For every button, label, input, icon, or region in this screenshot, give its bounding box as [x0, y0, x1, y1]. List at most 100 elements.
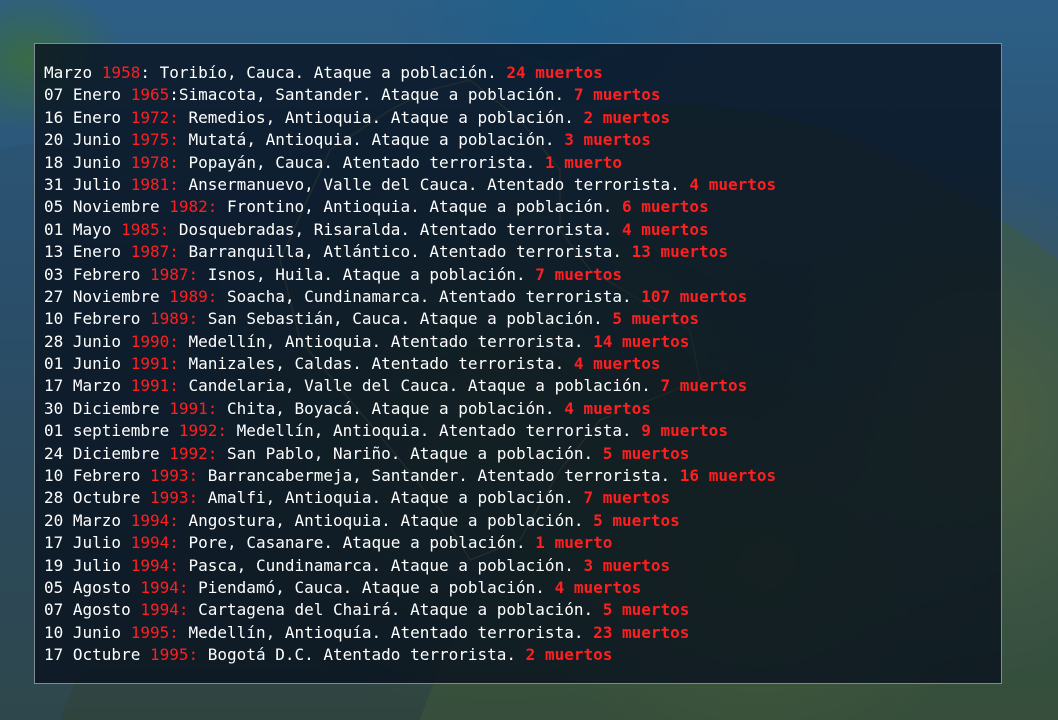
event-year: 1994:: [140, 577, 189, 597]
event-row: 17 Julio 1994: Pore, Casanare. Ataque a …: [44, 532, 1001, 554]
event-year: 1990:: [130, 331, 179, 351]
event-deaths: 4 muertos: [564, 398, 651, 418]
event-year: 1989:: [149, 309, 199, 329]
event-description: San Pablo, Nariño. Ataque a población.: [227, 443, 603, 463]
event-description: San Sebastián, Cauca. Ataque a población…: [207, 309, 613, 329]
event-deaths: 107 muertos: [641, 286, 748, 306]
event-row: 20 Junio 1975: Mutatá, Antioquia. Ataque…: [44, 129, 1001, 151]
event-deaths: 24 muertos: [506, 63, 603, 82]
event-description: Cartagena del Chairá. Ataque a población…: [198, 600, 603, 620]
event-deaths: 16 muertos: [679, 466, 777, 486]
event-row: Marzo 1958: Toribío, Cauca. Ataque a pob…: [44, 62, 1001, 84]
event-date: 18 Junio: [44, 152, 131, 172]
event-separator: :: [140, 63, 160, 82]
event-deaths: 13 muertos: [631, 242, 728, 262]
event-date: 17 Marzo: [44, 376, 131, 396]
screen: { "events": [ {"date":"Marzo ","year":"1…: [0, 0, 1058, 720]
event-separator: [189, 578, 199, 597]
event-row: 10 Febrero 1993: Barrancabermeja, Santan…: [44, 465, 1001, 487]
event-year: 1987:: [149, 264, 199, 284]
event-description: Dosquebradas, Risaralda. Atentado terror…: [178, 219, 622, 239]
event-year: 1995:: [130, 622, 179, 642]
event-deaths: 1 muerto: [544, 152, 622, 172]
event-date: 13 Enero: [44, 242, 131, 262]
event-description: Chita, Boyacá. Ataque a población.: [227, 398, 565, 418]
event-row: 31 Julio 1981: Ansermanuevo, Valle del C…: [44, 174, 1001, 196]
event-separator: [189, 600, 199, 619]
event-year: 1987:: [130, 242, 179, 262]
event-date: 05 Noviembre: [44, 197, 170, 217]
event-date: 07 Enero: [44, 85, 131, 105]
event-year: 1985:: [121, 219, 170, 239]
event-deaths: 5 muertos: [593, 510, 680, 530]
event-row: 07 Enero 1965:Simacota, Santander. Ataqu…: [44, 84, 1001, 106]
events-panel: Marzo 1958: Toribío, Cauca. Ataque a pob…: [34, 43, 1002, 684]
event-separator: [227, 421, 237, 440]
event-deaths: 5 muertos: [612, 309, 700, 329]
event-date: 01 Junio: [44, 354, 131, 374]
event-row: 13 Enero 1987: Barranquilla, Atlántico. …: [44, 241, 1001, 263]
event-deaths: 7 muertos: [583, 488, 671, 508]
event-year: 1958: [101, 63, 141, 82]
event-separator: [217, 197, 227, 216]
event-separator: [179, 153, 189, 172]
event-date: 30 Diciembre: [44, 398, 170, 418]
event-separator: [179, 376, 189, 395]
event-year: 1992:: [169, 443, 218, 463]
event-row: 18 Junio 1978: Popayán, Cauca. Atentado …: [44, 152, 1001, 174]
event-separator: [179, 556, 189, 575]
event-row: 07 Agosto 1994: Cartagena del Chairá. At…: [44, 599, 1001, 621]
event-deaths: 4 muertos: [573, 354, 661, 374]
event-deaths: 5 muertos: [602, 443, 690, 463]
event-date: 10 Junio: [44, 622, 131, 642]
event-year: 1982:: [169, 197, 218, 217]
event-row: 03 Febrero 1987: Isnos, Huila. Ataque a …: [44, 264, 1001, 286]
event-deaths: 7 muertos: [660, 376, 748, 396]
event-row: 24 Diciembre 1992: San Pablo, Nariño. At…: [44, 443, 1001, 465]
event-description: Ansermanuevo, Valle del Cauca. Atentado …: [188, 174, 690, 194]
event-description: Amalfi, Antioquia. Ataque a población.: [207, 488, 584, 508]
event-year: 1994:: [130, 510, 179, 530]
event-date: 01 Mayo: [44, 219, 122, 239]
event-separator: [198, 488, 208, 507]
event-row: 27 Noviembre 1989: Soacha, Cundinamarca.…: [44, 286, 1001, 308]
event-description: Bogotá D.C. Atentado terrorista.: [207, 645, 526, 665]
event-year: 1994:: [130, 555, 179, 575]
event-date: 20 Marzo: [44, 510, 131, 530]
event-date: 05 Agosto: [44, 577, 141, 597]
event-deaths: 2 muertos: [525, 645, 613, 665]
event-deaths: 1 muerto: [535, 533, 613, 553]
event-date: 10 Febrero: [44, 309, 150, 329]
event-description: Toribío, Cauca. Ataque a población.: [159, 63, 507, 82]
event-year: 1993:: [149, 466, 199, 486]
event-year: 1981:: [130, 174, 179, 194]
event-year: 1994:: [140, 600, 189, 620]
event-deaths: 4 muertos: [621, 219, 709, 239]
event-year: 1975:: [130, 130, 179, 150]
event-row: 01 Junio 1991: Manizales, Caldas. Atenta…: [44, 353, 1001, 375]
event-year: 1995:: [149, 645, 199, 665]
event-deaths: 3 muertos: [583, 555, 671, 575]
event-date: 27 Noviembre: [44, 286, 170, 306]
event-row: 16 Enero 1972: Remedios, Antioquia. Ataq…: [44, 107, 1001, 129]
event-date: 19 Julio: [44, 555, 131, 575]
event-row: 19 Julio 1994: Pasca, Cundinamarca. Ataq…: [44, 555, 1001, 577]
event-year: 1991:: [169, 398, 218, 418]
event-year: 1989:: [169, 286, 218, 306]
event-description: Medellín, Antioquía. Atentado terrorista…: [188, 622, 594, 642]
event-description: Popayán, Cauca. Atentado terrorista.: [188, 152, 545, 172]
event-date: 24 Diciembre: [44, 443, 170, 463]
event-year: 1965: [130, 85, 170, 105]
event-separator: [179, 175, 189, 194]
event-description: Manizales, Caldas. Atentado terrorista.: [188, 354, 574, 374]
event-description: Angostura, Antioquia. Ataque a población…: [188, 510, 594, 530]
event-separator: [217, 444, 227, 463]
event-row: 28 Junio 1990: Medellín, Antioquia. Aten…: [44, 331, 1001, 353]
event-year: 1994:: [130, 533, 179, 553]
event-separator: [179, 354, 189, 373]
event-description: Soacha, Cundinamarca. Atentado terrorist…: [227, 286, 642, 306]
event-separator: [179, 242, 189, 261]
event-row: 28 Octubre 1993: Amalfi, Antioquia. Ataq…: [44, 487, 1001, 509]
event-deaths: 2 muertos: [583, 107, 671, 127]
event-description: Candelaria, Valle del Cauca. Ataque a po…: [188, 376, 661, 396]
